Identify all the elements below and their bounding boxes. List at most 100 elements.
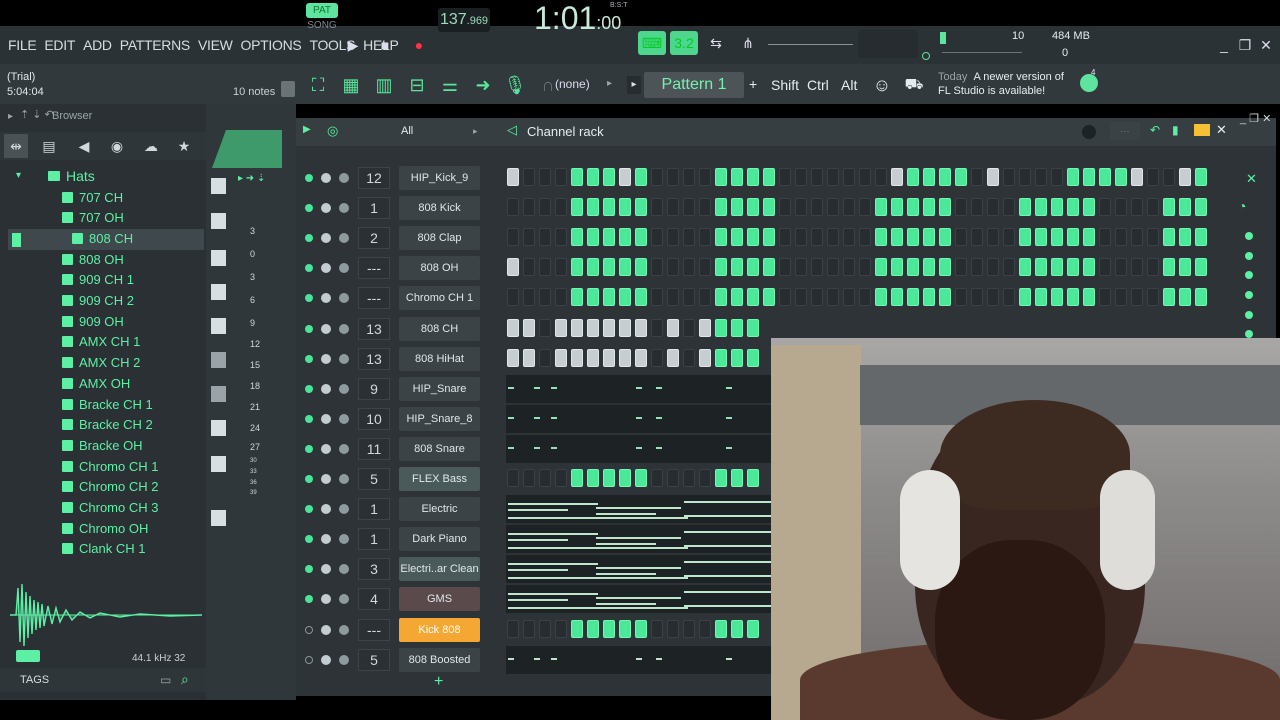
step-button[interactable] (731, 168, 743, 186)
step-button[interactable] (731, 228, 743, 247)
step-button[interactable] (667, 228, 679, 247)
channel-mixer-track[interactable]: --- (358, 257, 390, 280)
channel-select-dot[interactable] (1245, 252, 1253, 260)
step-button[interactable] (523, 288, 535, 307)
step-button[interactable] (651, 348, 663, 367)
channel-name-button[interactable]: HIP_Snare (399, 376, 480, 401)
step-button[interactable] (939, 288, 951, 307)
channel-volume-knob[interactable] (339, 173, 349, 183)
step-button[interactable] (1067, 198, 1079, 217)
step-button[interactable] (1179, 198, 1191, 217)
step-button[interactable] (715, 348, 727, 367)
channel-mute-led[interactable] (305, 414, 313, 423)
snap-arrow-icon[interactable]: ▸ (607, 78, 612, 89)
step-button[interactable] (939, 228, 951, 247)
step-button[interactable] (699, 469, 711, 487)
step-button[interactable] (523, 228, 535, 247)
globe-icon[interactable]: ◉ (105, 134, 129, 158)
step-button[interactable] (507, 619, 519, 638)
step-button[interactable] (683, 469, 695, 487)
step-button[interactable] (1051, 258, 1063, 277)
rack-filter-arrow-icon[interactable]: ▸ (473, 126, 478, 137)
step-button[interactable] (1099, 168, 1111, 186)
piano-roll-preview[interactable] (506, 525, 771, 554)
rack-close-icon[interactable]: ✕ (1216, 122, 1227, 138)
step-button[interactable] (683, 619, 695, 638)
step-button[interactable] (843, 258, 855, 277)
step-button[interactable] (1067, 288, 1079, 307)
channel-mixer-track[interactable]: 2 (358, 227, 390, 250)
step-button[interactable] (1163, 288, 1175, 307)
step-button[interactable] (651, 168, 663, 186)
step-button[interactable] (907, 228, 919, 247)
news-panel[interactable]: Today A newer version of FL Studio is av… (938, 70, 1064, 98)
step-button[interactable] (971, 198, 983, 217)
channel-name-button[interactable]: Electric (399, 497, 480, 522)
step-button[interactable] (667, 318, 679, 337)
step-button[interactable] (587, 318, 599, 337)
step-button[interactable] (715, 288, 727, 307)
channel-select-dot[interactable] (1245, 232, 1253, 240)
step-button[interactable] (747, 288, 759, 307)
step-button[interactable] (699, 318, 711, 337)
step-button[interactable] (555, 619, 567, 638)
channel-volume-knob[interactable] (339, 654, 349, 665)
step-button[interactable] (1003, 228, 1015, 247)
channel-mixer-track[interactable]: 5 (358, 648, 390, 671)
rack-filter[interactable]: All (401, 125, 413, 137)
step-button[interactable] (1035, 288, 1047, 307)
mixer-insert-slot[interactable] (211, 386, 226, 402)
step-button[interactable] (667, 348, 679, 367)
typing-keyboard-icon[interactable]: ⌨ (638, 31, 666, 55)
channel-mute-led[interactable] (305, 475, 313, 483)
step-button[interactable] (1019, 258, 1031, 277)
rack-grid-icon[interactable] (1194, 124, 1210, 136)
step-button[interactable] (507, 318, 519, 337)
song-button[interactable]: SONG (306, 18, 338, 33)
snap-selector[interactable]: (none) (555, 77, 590, 91)
step-button[interactable] (1019, 168, 1031, 186)
step-button[interactable] (1083, 258, 1095, 277)
channel-pan-knob[interactable] (321, 353, 331, 364)
step-button[interactable] (795, 228, 807, 247)
browser-item[interactable]: 707 CH (62, 187, 123, 207)
step-button[interactable] (651, 619, 663, 638)
piano-roll-icon[interactable]: ▦ (338, 72, 364, 98)
trash-icon[interactable] (281, 81, 295, 97)
step-button[interactable] (811, 198, 823, 217)
channel-mute-led[interactable] (305, 625, 313, 634)
step-button[interactable] (587, 228, 599, 247)
step-button[interactable] (587, 168, 599, 186)
step-button[interactable] (827, 258, 839, 277)
step-button[interactable] (1099, 288, 1111, 307)
step-button[interactable] (571, 469, 583, 487)
step-button[interactable] (651, 318, 663, 337)
step-button[interactable] (603, 469, 615, 487)
pat-button[interactable]: PAT (306, 3, 338, 18)
step-button[interactable] (683, 198, 695, 217)
step-button[interactable] (907, 288, 919, 307)
step-button[interactable] (571, 258, 583, 277)
alt-button[interactable]: Alt (841, 77, 857, 93)
step-button[interactable] (779, 198, 791, 217)
channel-select-dot[interactable] (1245, 291, 1253, 299)
step-button[interactable] (683, 288, 695, 307)
step-button[interactable] (603, 198, 615, 217)
step-button[interactable] (1147, 228, 1159, 247)
search-icon[interactable]: ⌕ (181, 671, 189, 688)
step-button[interactable] (571, 288, 583, 307)
mixer-insert-slot[interactable] (211, 250, 226, 266)
step-button[interactable] (731, 258, 743, 277)
channel-name-button[interactable]: GMS (399, 587, 480, 612)
browser-item[interactable]: 909 OH (62, 311, 124, 331)
piano-roll-preview[interactable] (506, 585, 771, 614)
step-button[interactable] (1179, 258, 1191, 277)
step-button[interactable] (811, 228, 823, 247)
step-button[interactable] (651, 258, 663, 277)
channel-select-dot[interactable] (1245, 311, 1253, 319)
step-button[interactable] (955, 168, 967, 186)
step-button[interactable] (1131, 198, 1143, 217)
add-channel-button[interactable]: + (434, 673, 443, 691)
folder-hats[interactable]: Hats (48, 166, 95, 186)
channel-pan-knob[interactable] (321, 413, 331, 424)
